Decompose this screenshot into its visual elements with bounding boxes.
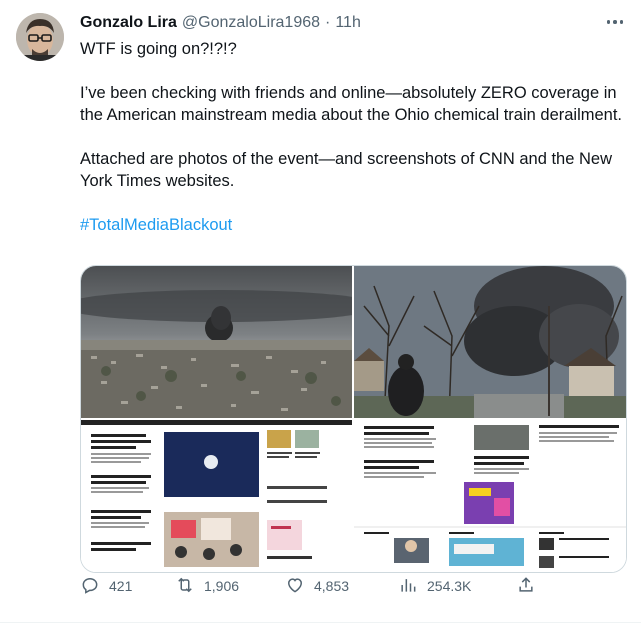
media-grid	[80, 265, 627, 573]
reply-count: 421	[109, 578, 133, 594]
more-horizontal-icon	[606, 20, 624, 24]
like-button[interactable]: 4,853	[285, 575, 349, 598]
tweet-paragraph-2: I’ve been checking with friends and onli…	[80, 84, 623, 124]
reply-button[interactable]: 421	[80, 575, 132, 598]
retweet-count: 1,906	[204, 578, 240, 594]
photo-aerial-smoke[interactable]	[81, 266, 352, 418]
tweet-paragraph-3: Attached are photos of the event—and scr…	[80, 150, 612, 190]
tweet-timestamp[interactable]: 11h	[335, 14, 361, 32]
retweet-icon	[175, 575, 195, 598]
share-icon	[516, 575, 536, 598]
share-button[interactable]	[516, 575, 536, 598]
tweet-header: Gonzalo Lira @GonzaloLira1968 · 11h	[80, 14, 361, 32]
separator-dot: ·	[325, 14, 331, 31]
avatar[interactable]	[16, 13, 64, 61]
tweet-line-1: WTF is going on?!?!?	[80, 40, 237, 58]
views-button[interactable]: 254.3K	[398, 575, 471, 598]
screenshot-cnn-homepage[interactable]	[81, 420, 352, 572]
heart-icon	[285, 575, 305, 598]
hashtag-link[interactable]: #TotalMediaBlackout	[80, 216, 232, 234]
views-icon	[398, 575, 418, 598]
like-count: 4,853	[314, 578, 350, 594]
photo-street-smoke[interactable]	[354, 266, 626, 418]
retweet-button[interactable]: 1,906	[175, 575, 239, 598]
more-options-button[interactable]	[600, 12, 630, 32]
screenshot-nyt-homepage[interactable]	[354, 420, 626, 572]
author-handle[interactable]: @GonzaloLira1968	[182, 14, 320, 32]
views-count: 254.3K	[427, 578, 472, 594]
tweet-text: WTF is going on?!?!? I’ve been checking …	[80, 38, 625, 236]
reply-icon	[80, 575, 100, 598]
tweet: Gonzalo Lira @GonzaloLira1968 · 11h WTF …	[0, 0, 641, 623]
author-name[interactable]: Gonzalo Lira	[80, 14, 177, 32]
